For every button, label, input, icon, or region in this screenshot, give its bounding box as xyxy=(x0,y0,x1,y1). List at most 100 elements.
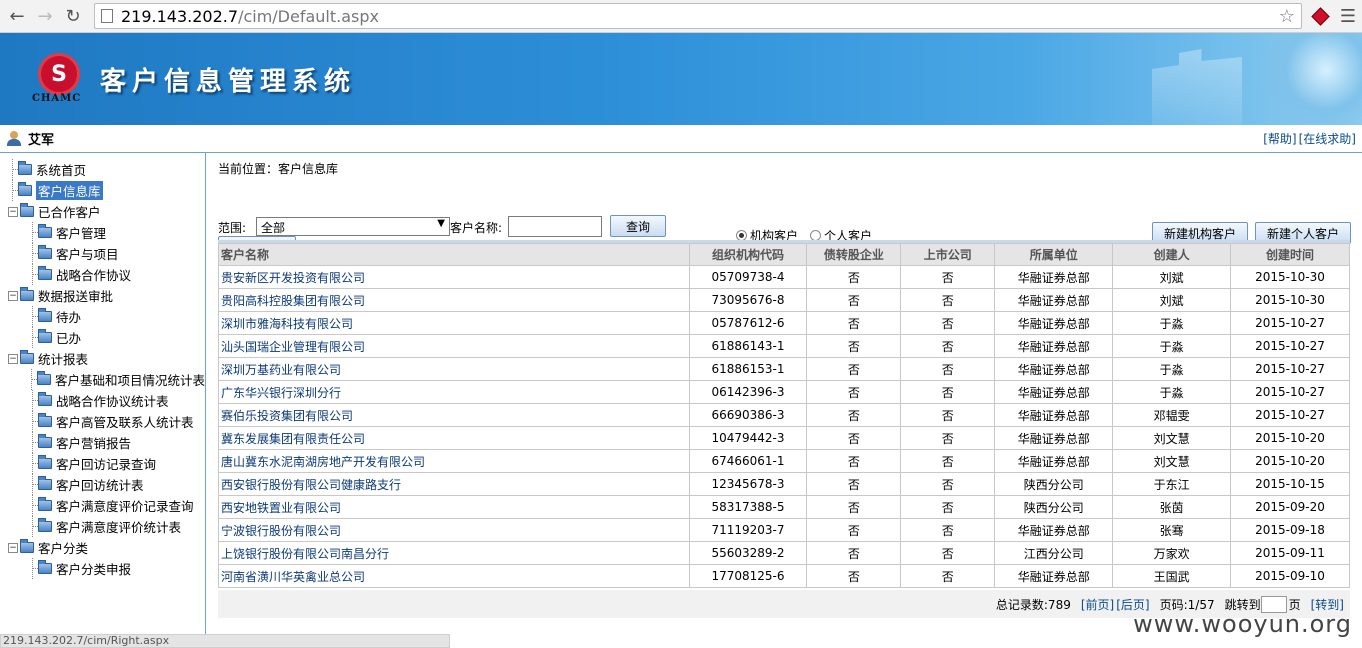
customer-name-link[interactable]: 宁波银行股份有限公司 xyxy=(218,518,690,542)
bookmark-star-icon[interactable]: ☆ xyxy=(1279,6,1295,27)
extension-icon[interactable] xyxy=(1310,5,1332,27)
sidebar-item[interactable]: 客户高管及联系人统计表 xyxy=(0,411,205,432)
table-row: 赛伯乐投资集团有限公司 66690386-3 否否华融证券总部 邓韫雯 2015-10-… xyxy=(218,403,1350,427)
sidebar-item[interactable]: 客户营销报告 xyxy=(0,432,205,453)
customer-name-link[interactable]: 汕头国瑞企业管理有限公司 xyxy=(218,334,690,358)
sidebar-item[interactable]: 客户基础和项目情况统计表 xyxy=(0,369,205,390)
customer-name-link[interactable]: 唐山冀东水泥南湖房地产开发有限公司 xyxy=(218,449,690,473)
customer-name-link[interactable]: 西安地铁置业有限公司 xyxy=(218,495,690,519)
sidebar-item[interactable]: 系统首页 xyxy=(0,159,205,180)
table-cell: 06142396-3 xyxy=(688,380,808,404)
table-cell: 否 xyxy=(806,541,902,565)
table-cell: 华融证券总部 xyxy=(994,426,1114,450)
column-header: 债转股企业 xyxy=(806,243,902,266)
sidebar-item[interactable]: 客户信息库 xyxy=(0,180,205,201)
customer-name-link[interactable]: 赛伯乐投资集团有限公司 xyxy=(218,403,690,427)
table-cell: 否 xyxy=(806,311,902,335)
customer-name-link[interactable]: 广东华兴银行深圳分行 xyxy=(218,380,690,404)
sidebar-item[interactable]: − 统计报表 xyxy=(0,348,205,369)
sidebar-item[interactable]: − 客户分类 xyxy=(0,537,205,558)
table-cell: 华融证券总部 xyxy=(994,357,1114,381)
sidebar-item[interactable]: 已办 xyxy=(0,327,205,348)
scope-select[interactable]: 全部 ▼ xyxy=(256,217,450,236)
folder-icon xyxy=(38,455,52,469)
table-cell: 张茵 xyxy=(1112,495,1232,519)
customer-table-container: 客户名称 组织机构代码 债转股企业 上市公司 所属单位 创建人 创建时间 贵安新区开发投资有… xyxy=(218,240,1350,588)
folder-icon xyxy=(20,203,34,217)
sidebar-item[interactable]: 客户回访统计表 xyxy=(0,474,205,495)
address-bar[interactable]: 219.143.202.7/cim/Default.aspx ☆ xyxy=(94,3,1302,29)
table-cell: 陕西分公司 xyxy=(994,495,1114,519)
customer-name-link[interactable]: 贵安新区开发投资有限公司 xyxy=(218,265,690,289)
sidebar-item[interactable]: 客户回访记录查询 xyxy=(0,453,205,474)
sidebar-item[interactable]: 客户满意度评价统计表 xyxy=(0,516,205,537)
prev-page-link[interactable]: [前页] xyxy=(1081,596,1114,613)
sidebar-item[interactable]: 客户满意度评价记录查询 xyxy=(0,495,205,516)
table-row: 冀东发展集团有限责任公司 10479442-3 否否华融证券总部 刘文慧 2015-10… xyxy=(218,426,1350,450)
table-row: 上饶银行股份有限公司南昌分行 55603289-2 否否江西分公司 万家欢 2015-0… xyxy=(218,541,1350,565)
reload-icon[interactable]: ↻ xyxy=(62,5,84,27)
page-icon xyxy=(101,9,113,23)
sidebar-item[interactable]: 客户管理 xyxy=(0,222,205,243)
table-cell: 2015-10-27 xyxy=(1230,357,1350,381)
query-button[interactable]: 查询 xyxy=(610,215,666,237)
dropdown-arrow-icon: ▼ xyxy=(437,218,445,229)
sidebar-item-label: 待办 xyxy=(56,310,82,325)
customer-name-link[interactable]: 冀东发展集团有限责任公司 xyxy=(218,426,690,450)
customer-name-link[interactable]: 河南省潢川华英禽业总公司 xyxy=(218,564,690,588)
customer-name-link[interactable]: 深圳万基药业有限公司 xyxy=(218,357,690,381)
folder-icon xyxy=(38,392,52,406)
customer-name-link[interactable]: 贵阳高科控股集团有限公司 xyxy=(218,288,690,312)
scope-value: 全部 xyxy=(261,221,286,235)
table-cell: 否 xyxy=(806,334,902,358)
table-cell: 华融证券总部 xyxy=(994,334,1114,358)
sidebar-item-label: 客户营销报告 xyxy=(56,436,132,451)
table-body: 贵安新区开发投资有限公司 05709738-4 否否华融证券总部 刘斌 2015-10-… xyxy=(218,265,1350,588)
table-row: 唐山冀东水泥南湖房地产开发有限公司 67466061-1 否否华融证券总部 刘文慧 20… xyxy=(218,449,1350,473)
help-link[interactable]: [帮助] xyxy=(1263,132,1296,146)
forward-icon[interactable]: → xyxy=(34,5,56,27)
folder-icon xyxy=(18,161,32,175)
table-cell: 华融证券总部 xyxy=(994,449,1114,473)
customer-name-input[interactable] xyxy=(508,216,602,237)
collapse-toggle-icon[interactable]: − xyxy=(8,290,18,301)
sidebar-item-label: 客户满意度评价记录查询 xyxy=(56,499,194,514)
tree-connector xyxy=(26,495,40,516)
customer-name-link[interactable]: 西安银行股份有限公司健康路支行 xyxy=(218,472,690,496)
collapse-toggle-icon[interactable]: − xyxy=(8,542,18,553)
customer-name-link[interactable]: 上饶银行股份有限公司南昌分行 xyxy=(218,541,690,565)
sidebar-item[interactable]: 客户与项目 xyxy=(0,243,205,264)
browser-menu-icon[interactable]: ☰ xyxy=(1340,6,1356,27)
column-header: 上市公司 xyxy=(900,243,996,266)
sidebar-item-label: 客户管理 xyxy=(56,226,107,241)
table-row: 宁波银行股份有限公司 71119203-7 否否华融证券总部 张骞 2015-09-18 xyxy=(218,518,1350,542)
table-cell: 于淼 xyxy=(1112,357,1232,381)
collapse-toggle-icon[interactable]: − xyxy=(8,206,18,217)
folder-icon xyxy=(38,497,52,511)
sidebar-item-label: 战略合作协议 xyxy=(56,268,132,283)
sidebar-item[interactable]: 客户分类申报 xyxy=(0,558,205,579)
collapse-toggle-icon[interactable]: − xyxy=(8,353,18,364)
online-help-link[interactable]: [在线求助] xyxy=(1299,132,1356,146)
table-cell: 刘斌 xyxy=(1112,288,1232,312)
customer-table: 客户名称 组织机构代码 债转股企业 上市公司 所属单位 创建人 创建时间 贵安新区开发投资有… xyxy=(218,243,1350,588)
table-cell: 陕西分公司 xyxy=(994,472,1114,496)
sidebar-item[interactable]: − 已合作客户 xyxy=(0,201,205,222)
table-cell: 否 xyxy=(806,426,902,450)
tree-connector xyxy=(26,558,40,579)
table-cell: 否 xyxy=(900,357,996,381)
table-cell: 2015-09-10 xyxy=(1230,564,1350,588)
customer-name-link[interactable]: 深圳市雅海科技有限公司 xyxy=(218,311,690,335)
sidebar-item[interactable]: − 数据报送审批 xyxy=(0,285,205,306)
sidebar-item[interactable]: 战略合作协议统计表 xyxy=(0,390,205,411)
url-host: 219.143.202.7 xyxy=(121,6,239,26)
table-cell: 华融证券总部 xyxy=(994,311,1114,335)
sidebar-item[interactable]: 待办 xyxy=(0,306,205,327)
sidebar-item[interactable]: 战略合作协议 xyxy=(0,264,205,285)
tree-connector xyxy=(26,243,40,264)
tree-connector xyxy=(25,369,40,390)
table-cell: 王国武 xyxy=(1112,564,1232,588)
table-cell: 73095676-8 xyxy=(688,288,808,312)
back-icon[interactable]: ← xyxy=(6,5,28,27)
table-cell: 否 xyxy=(900,380,996,404)
